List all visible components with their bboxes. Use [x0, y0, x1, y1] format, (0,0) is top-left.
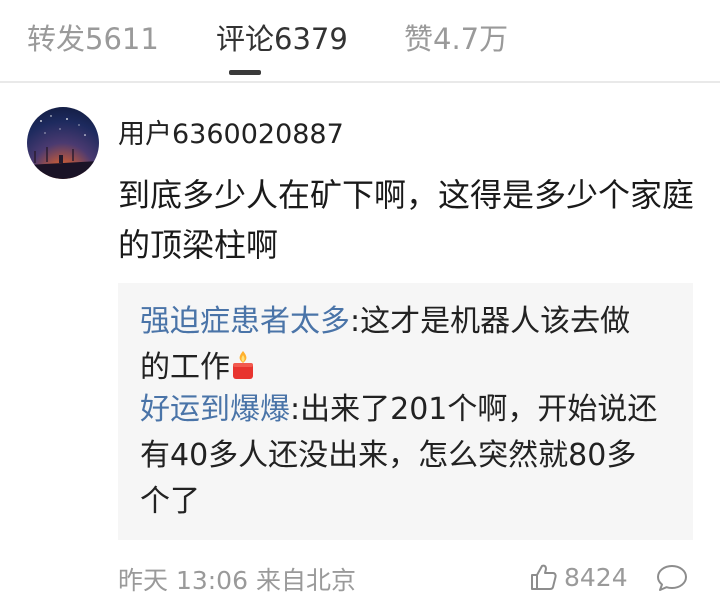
like-count: 8424 — [564, 562, 628, 592]
candle-icon — [230, 349, 256, 381]
like-button[interactable]: 8424 — [528, 560, 628, 594]
comment-meta: 昨天 13:06 来自北京 — [118, 566, 356, 595]
avatar[interactable] — [27, 107, 99, 179]
reply-separator: : — [290, 392, 301, 427]
reply-author[interactable]: 好运到爆爆 — [140, 392, 290, 427]
avatar-image — [27, 115, 99, 179]
reply-button[interactable] — [655, 562, 689, 594]
tab-reposts[interactable]: 转发5611 — [27, 16, 159, 58]
tab-likes[interactable]: 赞4.7万 — [404, 16, 508, 58]
reply-item: 好运到爆爆:出来了201个啊，开始说还有40多人还没出来，怎么突然就80多个了 — [140, 387, 660, 525]
comment-tabs: 转发5611 评论6379 赞4.7万 — [0, 0, 720, 83]
reply-item: 强迫症患者太多:这才是机器人该去做的工作 — [140, 299, 660, 391]
active-tab-indicator — [229, 70, 261, 75]
replies-box[interactable]: 强迫症患者太多:这才是机器人该去做的工作 好运到爆爆:出来了201个啊，开始说还… — [118, 283, 693, 540]
comment-bubble-icon — [657, 565, 687, 591]
reply-author[interactable]: 强迫症患者太多 — [140, 304, 350, 339]
tab-comments[interactable]: 评论6379 — [216, 16, 348, 58]
comment-text: 到底多少人在矿下啊，这得是多少个家庭的顶梁柱啊 — [118, 176, 695, 264]
thumbs-up-icon — [531, 564, 557, 590]
comment-username[interactable]: 用户6360020887 — [118, 112, 344, 151]
reply-separator: : — [350, 304, 361, 339]
tabs-divider — [0, 81, 720, 83]
